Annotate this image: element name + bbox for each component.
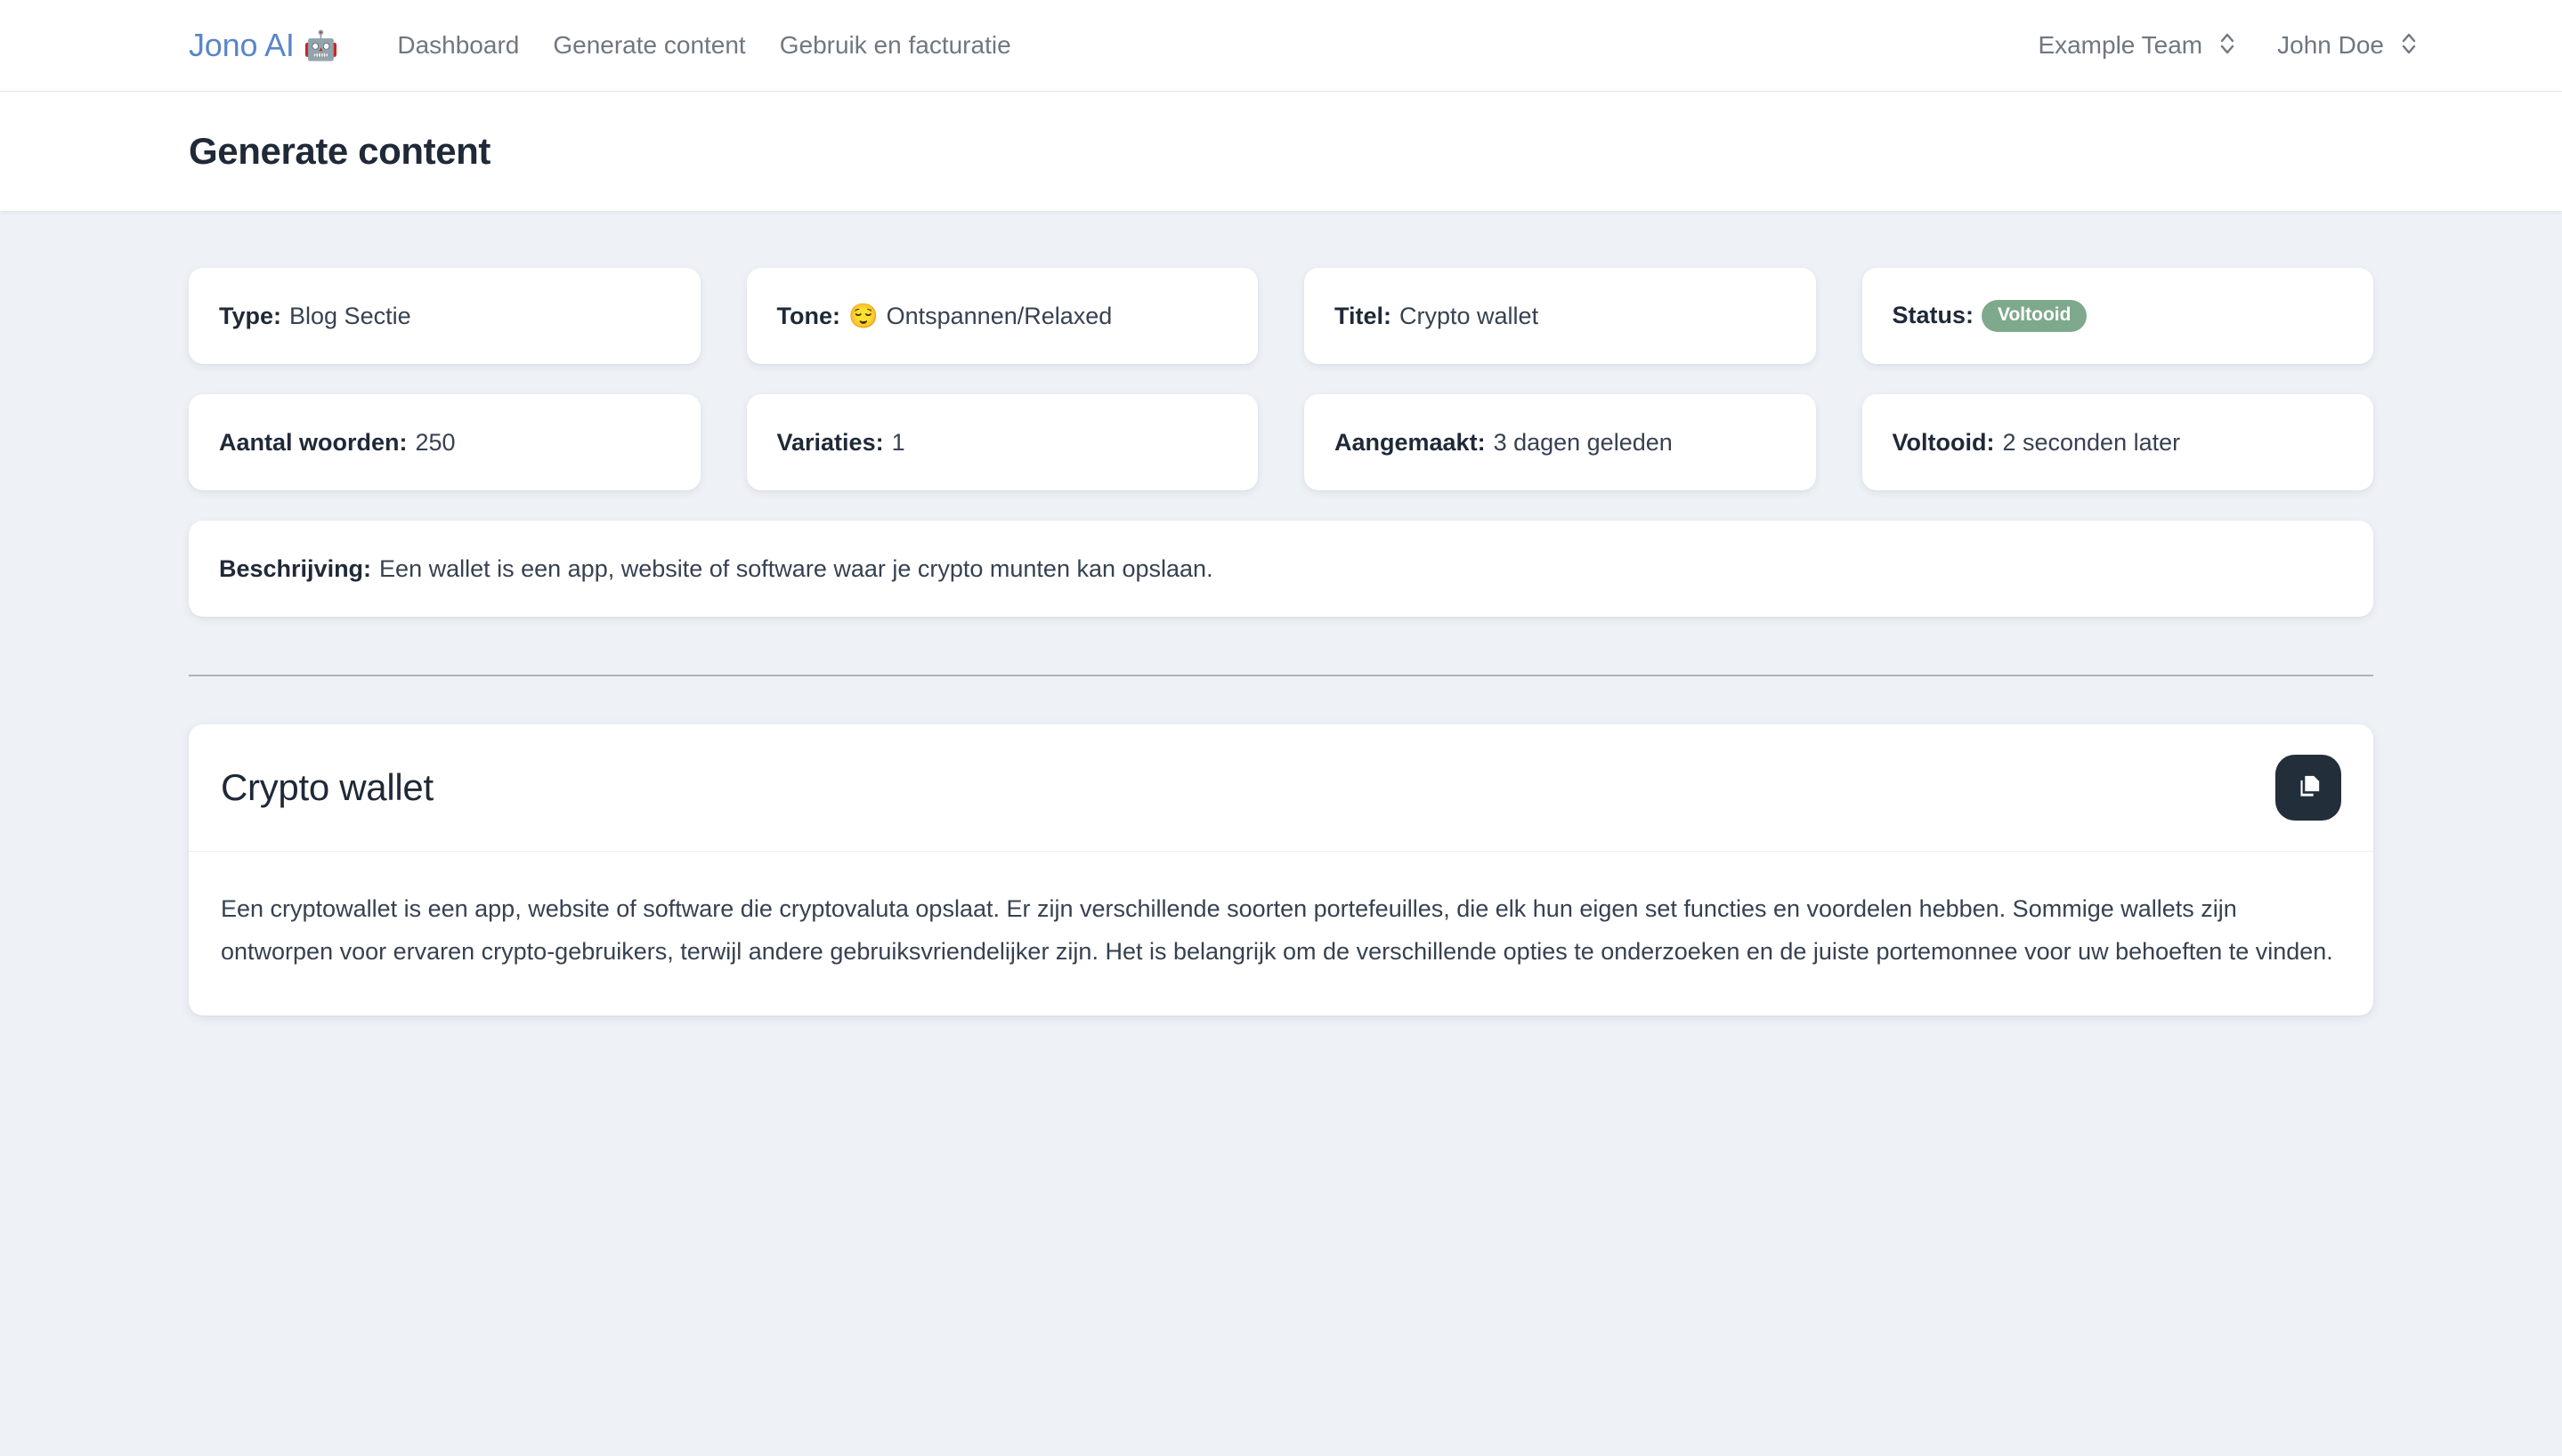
user-selector-label: John Doe — [2277, 31, 2384, 59]
info-label: Tone: — [776, 302, 840, 329]
main-content: Type: Blog Sectie Tone: 😌 Ontspannen/Rel… — [0, 211, 2562, 1016]
result-card-header: Crypto wallet — [189, 724, 2373, 852]
chevron-up-down-icon — [2218, 30, 2236, 61]
info-line: Titel: Crypto wallet — [1334, 303, 1538, 330]
team-selector-label: Example Team — [2038, 31, 2203, 59]
info-value: 3 dagen geleden — [1493, 428, 1673, 456]
page-title: Generate content — [189, 130, 491, 172]
page-title-band: Generate content — [0, 92, 2562, 211]
robot-icon: 🤖 — [303, 29, 339, 61]
status-badge: Voltooid — [1982, 300, 2088, 332]
nav-item-dashboard[interactable]: Dashboard — [397, 31, 519, 60]
info-label: Voltooid: — [1892, 428, 1995, 456]
user-selector[interactable]: John Doe — [2277, 30, 2418, 61]
info-value: Blog Sectie — [289, 302, 411, 329]
info-card-titel: Titel: Crypto wallet — [1304, 268, 1816, 364]
info-value: Een wallet is een app, website of softwa… — [379, 554, 1213, 582]
info-line: Type: Blog Sectie — [219, 303, 411, 330]
info-label: Beschrijving: — [219, 554, 372, 582]
info-line: Voltooid: 2 seconden later — [1893, 429, 2181, 457]
navbar-right-group: Example Team John Doe — [2038, 30, 2491, 61]
info-card-type: Type: Blog Sectie — [189, 268, 701, 364]
info-line: Aantal woorden: 250 — [219, 429, 456, 457]
navbar-left-group: Jono AI 🤖 Dashboard Generate content Geb… — [0, 27, 1011, 64]
result-card-body: Een cryptowallet is een app, website of … — [189, 852, 2373, 1015]
info-label: Variaties: — [776, 428, 884, 456]
info-card-tone: Tone: 😌 Ontspannen/Relaxed — [746, 268, 1258, 364]
info-label: Type: — [219, 302, 282, 329]
brand-name: Jono AI — [189, 27, 295, 63]
info-card-variaties: Variaties: 1 — [746, 394, 1258, 490]
info-line: Variaties: 1 — [777, 429, 905, 457]
nav-item-generate-content[interactable]: Generate content — [553, 31, 745, 60]
info-value: Ontspannen/Relaxed — [886, 302, 1113, 329]
copy-icon — [2293, 772, 2323, 805]
result-title: Crypto wallet — [221, 766, 434, 808]
info-value: 1 — [891, 428, 905, 456]
info-line: Aangemaakt: 3 dagen geleden — [1334, 429, 1673, 457]
info-label: Aangemaakt: — [1334, 428, 1486, 456]
result-paragraph: Een cryptowallet is een app, website of … — [221, 895, 2333, 966]
info-label: Titel: — [1334, 302, 1392, 329]
info-card-grid: Type: Blog Sectie Tone: 😌 Ontspannen/Rel… — [189, 268, 2373, 490]
brand-logo-link[interactable]: Jono AI 🤖 — [189, 27, 339, 64]
info-label: Status: — [1892, 302, 1974, 329]
info-card-status: Status: Voltooid — [1861, 268, 2373, 364]
info-card-voltooid: Voltooid: 2 seconden later — [1861, 394, 2373, 490]
relieved-face-icon: 😌 — [847, 302, 879, 329]
team-selector[interactable]: Example Team — [2038, 30, 2236, 61]
info-value: 2 seconden later — [2002, 428, 2181, 456]
copy-button[interactable] — [2275, 755, 2341, 821]
result-card: Crypto wallet Een cryptowallet is een ap… — [189, 724, 2373, 1016]
info-label: Aantal woorden: — [219, 428, 408, 456]
primary-nav: Dashboard Generate content Gebruik en fa… — [397, 31, 1010, 60]
info-value: 250 — [415, 428, 456, 456]
info-line: Beschrijving: Een wallet is een app, web… — [219, 555, 1213, 583]
info-card-aangemaakt: Aangemaakt: 3 dagen geleden — [1304, 394, 1816, 490]
info-line: Status: Voltooid — [1892, 300, 2088, 332]
description-card: Beschrijving: Een wallet is een app, web… — [189, 521, 2373, 617]
section-divider — [189, 675, 2373, 676]
nav-item-gebruik-en-facturatie[interactable]: Gebruik en facturatie — [780, 31, 1011, 60]
chevron-up-down-icon — [2400, 30, 2418, 61]
info-line: Tone: 😌 Ontspannen/Relaxed — [777, 303, 1113, 330]
info-card-aantal-woorden: Aantal woorden: 250 — [189, 394, 701, 490]
top-navbar: Jono AI 🤖 Dashboard Generate content Geb… — [0, 0, 2562, 92]
info-value: Crypto wallet — [1399, 302, 1539, 329]
